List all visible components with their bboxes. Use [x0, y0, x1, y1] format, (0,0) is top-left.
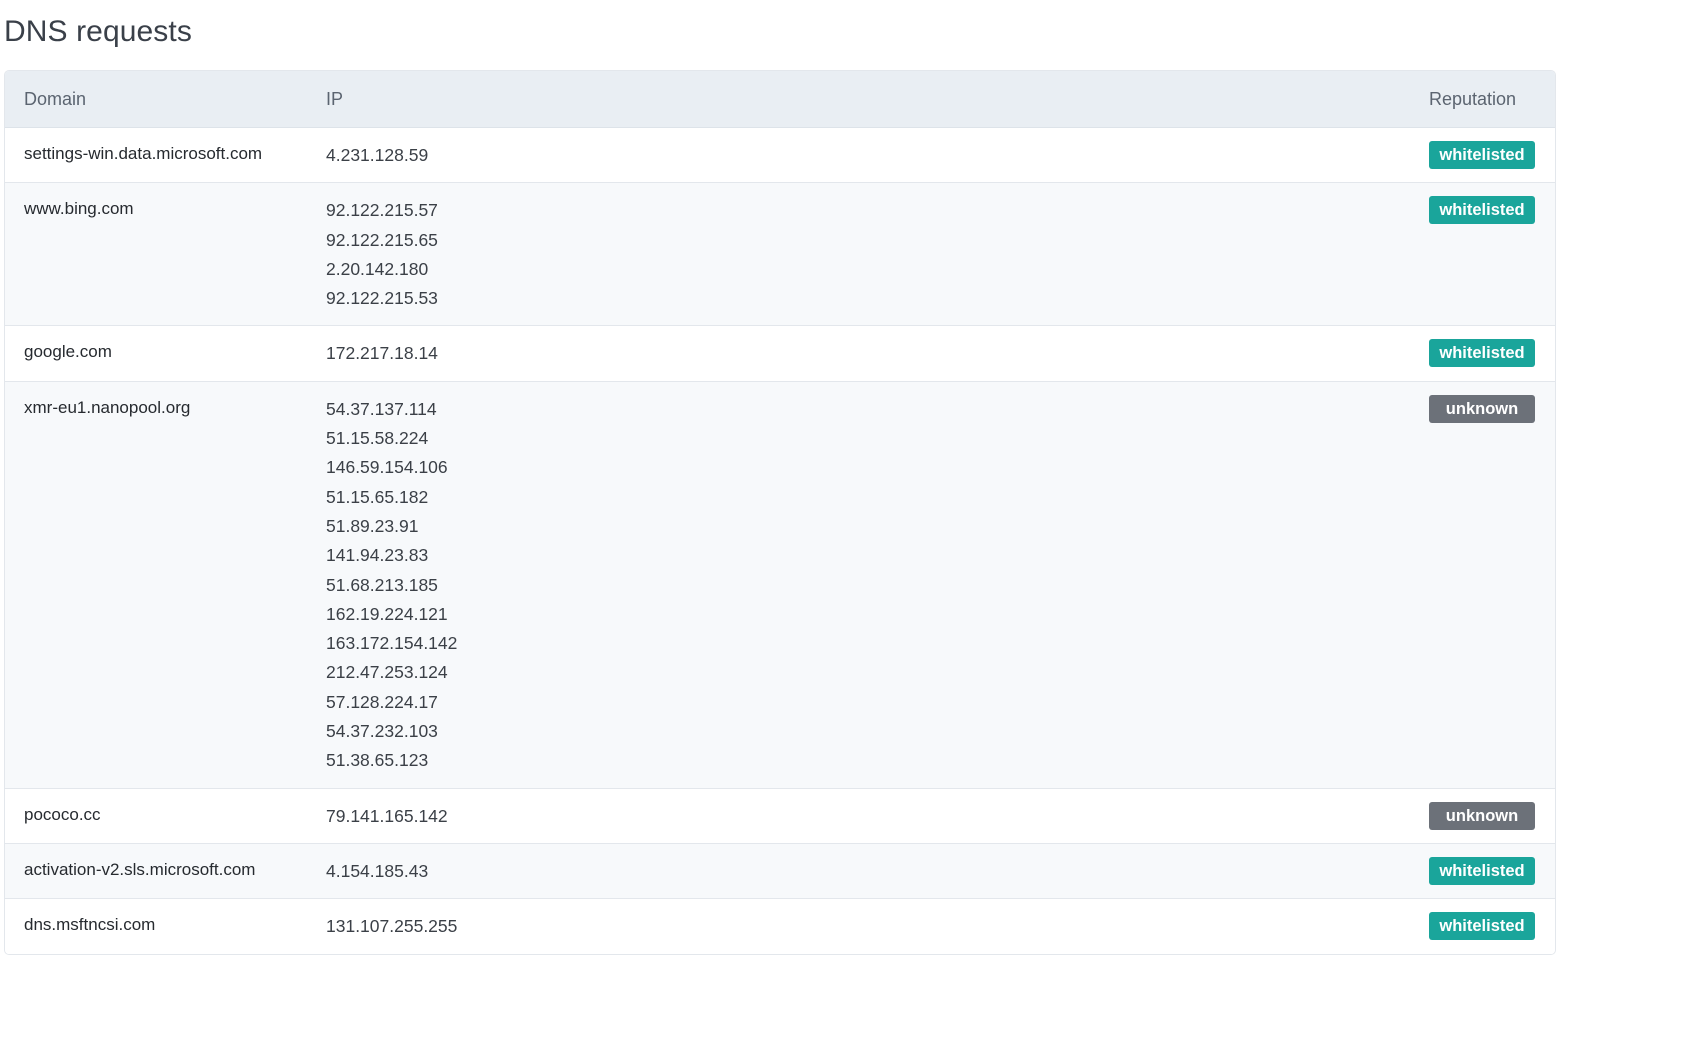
table-row[interactable]: dns.msftncsi.com 131.107.255.255 whitelist…	[5, 899, 1555, 954]
reputation-badge: whitelisted	[1429, 196, 1535, 225]
ip-address: 51.89.23.91	[326, 515, 419, 536]
reputation-badge: whitelisted	[1429, 912, 1535, 941]
ip-address: 92.122.215.53	[326, 288, 438, 309]
reputation-cell: whitelisted	[1429, 339, 1555, 368]
ip-address: 51.68.213.185	[326, 574, 438, 595]
reputation-badge: whitelisted	[1429, 856, 1535, 885]
reputation-cell: unknown	[1429, 394, 1555, 423]
ip-cell: 92.122.215.57 92.122.215.65 2.20.142.180 92…	[326, 196, 1429, 313]
ip-address: 4.154.185.43	[326, 860, 429, 881]
reputation-badge: unknown	[1429, 394, 1535, 423]
reputation-badge: unknown	[1429, 801, 1535, 830]
domain-cell: dns.msftncsi.com	[24, 915, 156, 935]
ip-address: 51.15.58.224	[326, 428, 429, 449]
ip-cell: 4.231.128.59	[326, 141, 1429, 170]
ip-address: 162.19.224.121	[326, 603, 448, 624]
domain-cell: xmr-eu1.nanopool.org	[24, 397, 191, 417]
table-row[interactable]: activation-v2.sls.microsoft.com 4.154.185…	[5, 843, 1555, 900]
ip-address: 4.231.128.59	[326, 145, 429, 165]
domain-cell: google.com	[24, 342, 112, 362]
dns-requests-table: Domain IP Reputation settings-win.data.m…	[4, 70, 1556, 955]
reputation-cell: whitelisted	[1429, 912, 1555, 941]
table-row[interactable]: www.bing.com 92.122.215.57 92.122.215.65 2.…	[5, 183, 1555, 327]
ip-cell: 172.217.18.14	[326, 339, 1429, 368]
ip-cell: 79.141.165.142	[326, 802, 1429, 831]
reputation-badge: whitelisted	[1429, 141, 1535, 169]
ip-address: 163.172.154.142	[326, 633, 458, 654]
ip-cell: 4.154.185.43	[326, 857, 1429, 886]
header-reputation[interactable]: Reputation	[1429, 89, 1555, 110]
domain-cell: activation-v2.sls.microsoft.com	[24, 859, 256, 879]
ip-address: 2.20.142.180	[326, 258, 429, 279]
ip-address: 51.38.65.123	[326, 750, 429, 771]
ip-cell: 54.37.137.114 51.15.58.224 146.59.154.106 5…	[326, 395, 1429, 776]
domain-cell: settings-win.data.microsoft.com	[24, 144, 263, 163]
ip-address: 146.59.154.106	[326, 457, 448, 478]
table-header: Domain IP Reputation	[5, 71, 1555, 128]
header-ip[interactable]: IP	[326, 89, 1429, 110]
ip-address: 92.122.215.57	[326, 200, 438, 221]
ip-address: 172.217.18.14	[326, 343, 438, 364]
section-title: DNS requests	[4, 15, 192, 48]
reputation-badge: whitelisted	[1429, 339, 1535, 368]
ip-cell: 131.107.255.255	[326, 912, 1429, 941]
ip-address: 212.47.253.124	[326, 662, 448, 683]
ip-address: 79.141.165.142	[326, 805, 448, 826]
table-row[interactable]: google.com 172.217.18.14 whitelisted	[5, 326, 1555, 382]
domain-cell: pococo.cc	[24, 804, 101, 824]
table-row[interactable]: xmr-eu1.nanopool.org 54.37.137.114 51.15.5…	[5, 381, 1555, 789]
reputation-cell: whitelisted	[1429, 856, 1555, 885]
domain-cell: www.bing.com	[24, 199, 134, 219]
table-body: settings-win.data.microsoft.com 4.231.128…	[5, 128, 1555, 954]
reputation-cell: unknown	[1429, 801, 1555, 830]
reputation-cell: whitelisted	[1429, 141, 1555, 169]
table-row[interactable]: settings-win.data.microsoft.com 4.231.128…	[5, 128, 1555, 184]
ip-address: 92.122.215.65	[326, 229, 438, 250]
ip-address: 54.37.232.103	[326, 721, 438, 742]
reputation-cell: whitelisted	[1429, 196, 1555, 225]
header-domain[interactable]: Domain	[5, 89, 326, 110]
ip-address: 54.37.137.114	[326, 398, 437, 419]
table-row[interactable]: pococo.cc 79.141.165.142 unknown	[5, 788, 1555, 844]
ip-address: 57.128.224.17	[326, 691, 438, 712]
ip-address: 131.107.255.255	[326, 916, 458, 937]
ip-address: 141.94.23.83	[326, 545, 429, 566]
page: DNS requests Domain IP Reputation settin…	[0, 0, 1707, 1041]
ip-address: 51.15.65.182	[326, 486, 429, 507]
